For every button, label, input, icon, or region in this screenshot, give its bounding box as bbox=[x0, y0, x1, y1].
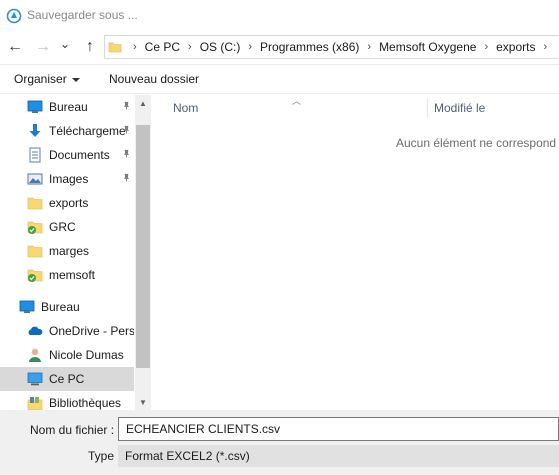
breadcrumb-separator-icon[interactable]: › bbox=[535, 41, 555, 53]
breadcrumb-item[interactable]: exports bbox=[496, 40, 535, 54]
forward-button[interactable]: → bbox=[33, 37, 53, 57]
sidebar-item[interactable]: memsoft bbox=[0, 263, 134, 287]
up-arrow-icon: ↑ bbox=[86, 38, 94, 55]
breadcrumb-separator-icon[interactable]: › bbox=[476, 41, 496, 53]
breadcrumb: › Ce PC › OS (C:) › Programmes (x86) › Memsoft … bbox=[125, 36, 555, 58]
type-label: Type : bbox=[88, 449, 121, 463]
sort-ascending-icon: ︿ bbox=[292, 96, 302, 106]
sidebar-item[interactable]: Ce PC bbox=[0, 367, 134, 391]
scroll-down-icon[interactable]: ▼ bbox=[135, 394, 151, 410]
sidebar-item-label: Bureau bbox=[49, 100, 88, 114]
breadcrumb-separator-icon[interactable]: › bbox=[125, 41, 145, 53]
libraries-icon bbox=[27, 395, 43, 410]
sidebar-item-label: exports bbox=[49, 196, 89, 210]
sidebar-item[interactable]: Images bbox=[0, 167, 134, 191]
documents-icon bbox=[27, 147, 43, 163]
sidebar-item[interactable]: GRC bbox=[0, 215, 134, 239]
breadcrumb-item[interactable]: Ce PC bbox=[145, 40, 180, 54]
organize-button[interactable]: Organiser bbox=[14, 72, 80, 86]
desktop-icon bbox=[19, 299, 35, 315]
folder-icon bbox=[27, 243, 43, 259]
column-divider[interactable] bbox=[427, 98, 428, 118]
sidebar-item-label: Documents bbox=[49, 148, 110, 162]
folder-synced-icon bbox=[27, 267, 43, 283]
scroll-up-icon[interactable]: ▲ bbox=[135, 95, 151, 111]
sidebar-item[interactable]: Bureau bbox=[0, 295, 134, 319]
window-title: Sauvegarder sous ... bbox=[27, 8, 138, 22]
pin-icon[interactable] bbox=[122, 125, 131, 136]
breadcrumb-separator-icon[interactable]: › bbox=[180, 41, 200, 53]
filename-field[interactable]: ECHEANCIER CLIENTS.csv bbox=[118, 417, 559, 441]
back-button[interactable]: ← bbox=[5, 37, 25, 57]
address-bar[interactable]: › Ce PC › OS (C:) › Programmes (x86) › Memsoft … bbox=[104, 35, 559, 59]
images-icon bbox=[27, 171, 43, 187]
sidebar-item[interactable]: OneDrive - Perso bbox=[0, 319, 134, 343]
desktop-icon bbox=[27, 99, 43, 115]
sidebar-item-label: Ce PC bbox=[49, 372, 85, 386]
breadcrumb-item[interactable]: OS (C:) bbox=[200, 40, 241, 54]
up-button[interactable]: ↑ bbox=[80, 37, 100, 57]
caret-down-icon bbox=[71, 77, 80, 82]
folder-synced-icon bbox=[27, 219, 43, 235]
pin-icon[interactable] bbox=[122, 149, 131, 160]
navigation-pane-scrollbar[interactable]: ▲ ▼ bbox=[135, 95, 151, 410]
sidebar-item-label: memsoft bbox=[49, 268, 96, 282]
sidebar-item[interactable]: Téléchargeme bbox=[0, 119, 134, 143]
breadcrumb-item[interactable]: Memsoft Oxygene bbox=[379, 40, 476, 54]
empty-message: Aucun élément ne correspond bbox=[396, 136, 557, 150]
column-header-name[interactable]: Nom bbox=[173, 101, 198, 115]
new-folder-label: Nouveau dossier bbox=[109, 72, 200, 86]
file-type-select[interactable]: Format EXCEL2 (*.csv) bbox=[118, 445, 559, 467]
file-list[interactable]: ︿ Nom Modifié le Aucun élément ne corres… bbox=[152, 95, 559, 410]
folder-icon bbox=[27, 195, 43, 211]
breadcrumb-separator-icon[interactable]: › bbox=[359, 41, 379, 53]
sidebar-item-label: OneDrive - Perso bbox=[49, 324, 134, 338]
folder-icon bbox=[108, 42, 122, 53]
sidebar-item[interactable]: exports bbox=[0, 191, 134, 215]
recent-locations-button[interactable]: ⌄ bbox=[58, 37, 72, 57]
onedrive-icon bbox=[27, 323, 43, 339]
sidebar-item-label: Bureau bbox=[41, 300, 80, 314]
save-form: Nom du fichier : ECHEANCIER CLIENTS.csv … bbox=[0, 410, 559, 475]
sidebar-item-label: Nicole Dumas bbox=[49, 348, 124, 362]
column-header-modified[interactable]: Modifié le bbox=[434, 101, 485, 115]
forward-arrow-icon: → bbox=[35, 38, 51, 55]
sidebar-item-label: GRC bbox=[49, 220, 76, 234]
new-folder-button[interactable]: Nouveau dossier bbox=[109, 72, 199, 86]
column-header-row: ︿ Nom Modifié le bbox=[152, 95, 559, 121]
organize-label: Organiser bbox=[14, 72, 67, 86]
scrollbar-thumb[interactable] bbox=[136, 125, 150, 368]
navigation-pane: Bureau Téléchargeme Documents Images exports… bbox=[0, 95, 150, 410]
app-icon bbox=[6, 8, 22, 24]
sidebar-item[interactable]: Nicole Dumas bbox=[0, 343, 134, 367]
chevron-down-icon: ⌄ bbox=[59, 37, 71, 51]
navigation-bar: ← → ⌄ ↑ › Ce PC › OS (C:) › Programmes (x86) ›… bbox=[0, 32, 559, 62]
sidebar-item[interactable]: marges bbox=[0, 239, 134, 263]
sidebar-item[interactable]: Documents bbox=[0, 143, 134, 167]
sidebar-item-label: Images bbox=[49, 172, 89, 186]
filename-label: Nom du fichier : bbox=[30, 423, 115, 437]
this-pc-icon bbox=[27, 371, 43, 387]
sidebar-item-label: Téléchargeme bbox=[49, 124, 126, 138]
sidebar-item[interactable]: Bibliothèques bbox=[0, 391, 134, 410]
toolbar: Organiser Nouveau dossier bbox=[0, 64, 559, 94]
breadcrumb-separator-icon[interactable]: › bbox=[240, 41, 260, 53]
sidebar-item-label: Bibliothèques bbox=[49, 396, 122, 410]
breadcrumb-item[interactable]: Programmes (x86) bbox=[260, 40, 359, 54]
sidebar-item-label: marges bbox=[49, 244, 90, 258]
pin-icon[interactable] bbox=[122, 101, 131, 112]
pin-icon[interactable] bbox=[122, 173, 131, 184]
back-arrow-icon: ← bbox=[7, 38, 23, 55]
title-bar: Sauvegarder sous ... bbox=[0, 0, 559, 32]
sidebar-item[interactable]: Bureau bbox=[0, 95, 134, 119]
user-icon bbox=[27, 347, 43, 363]
download-icon bbox=[27, 123, 43, 139]
